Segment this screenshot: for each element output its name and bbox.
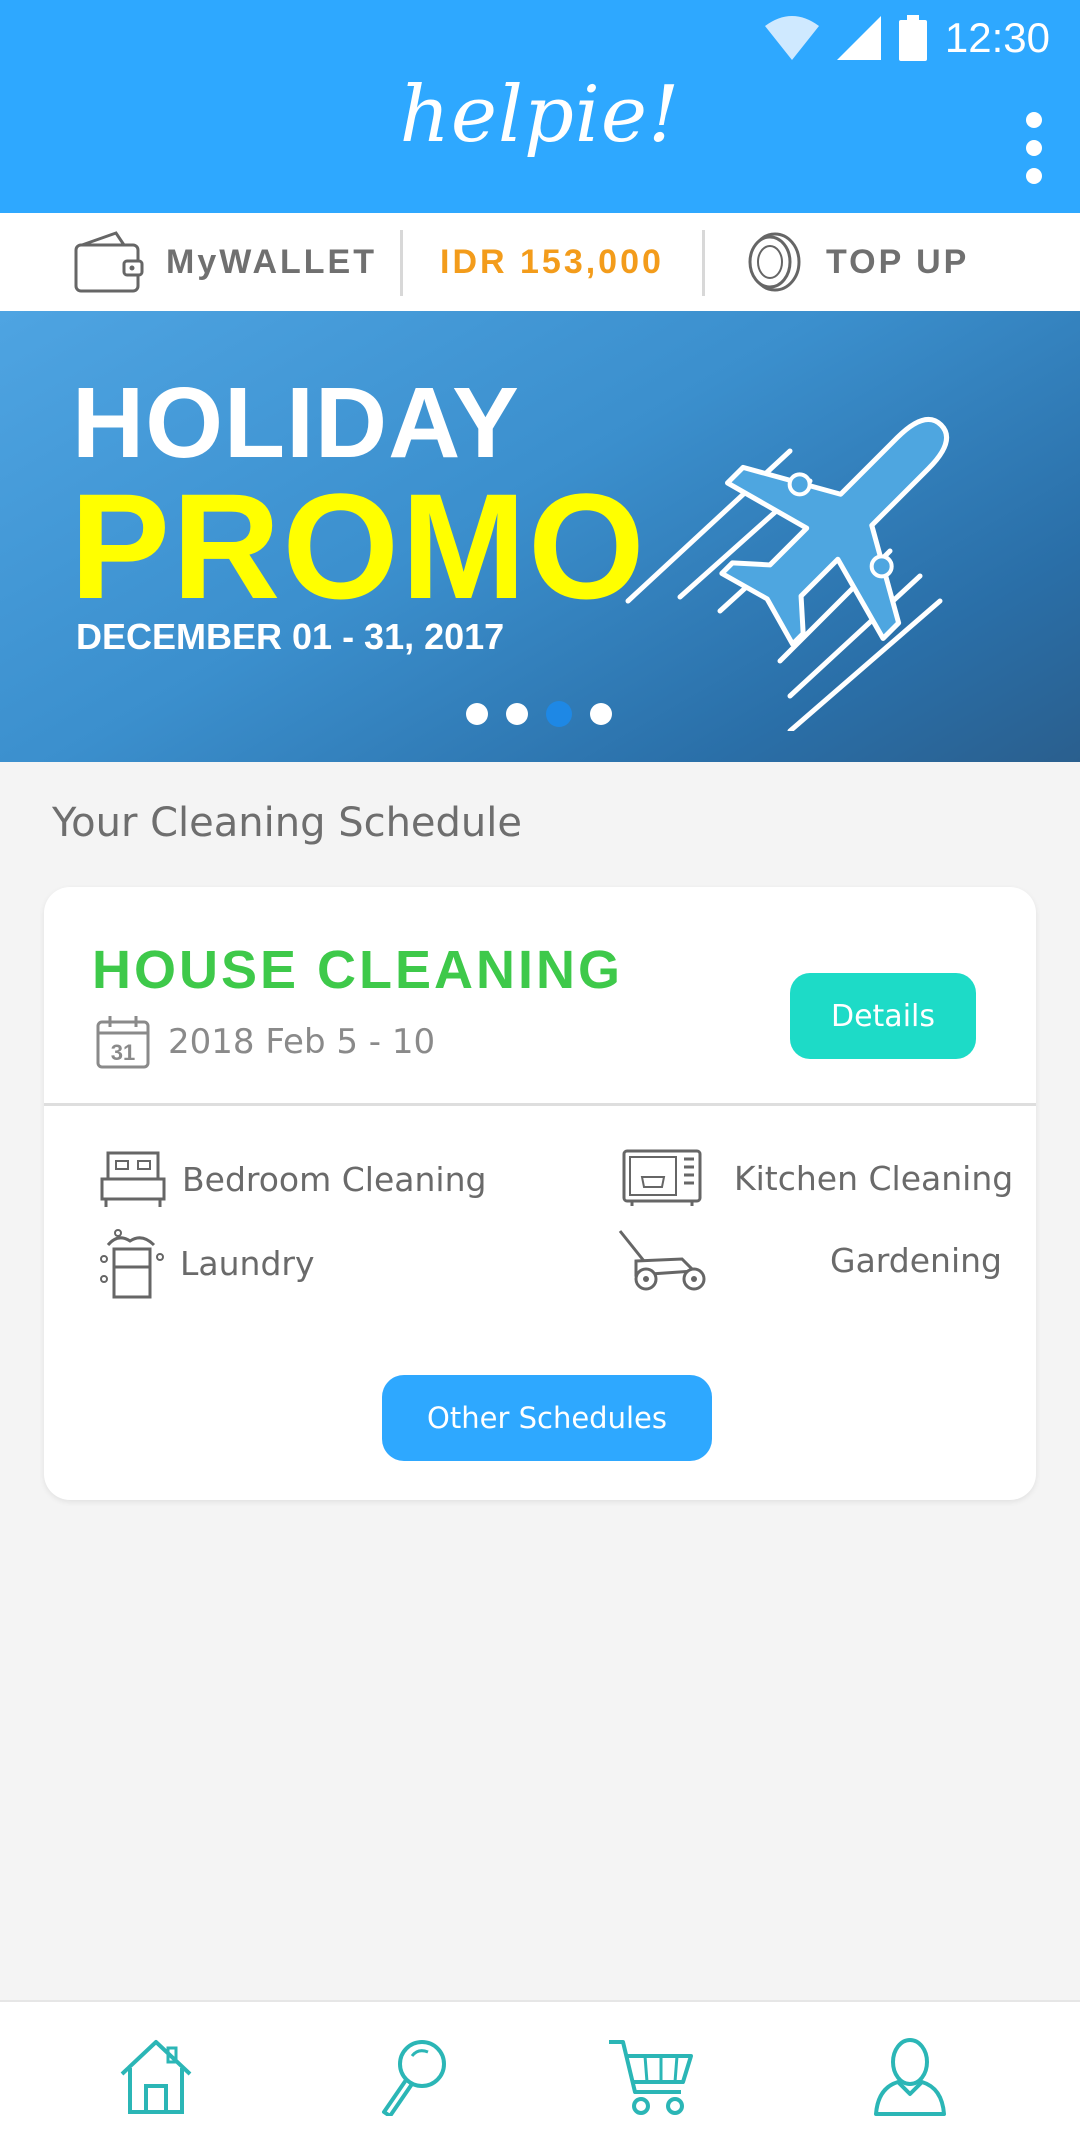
service-label: Gardening <box>830 1240 1002 1280</box>
coin-icon <box>748 232 801 292</box>
status-bar: 12:30 <box>764 10 1050 65</box>
microwave-icon <box>622 1149 702 1206</box>
topup-label: TOP UP <box>826 242 970 281</box>
service-label: Laundry <box>180 1243 315 1283</box>
wallet-divider <box>702 230 705 296</box>
other-schedules-button[interactable]: Other Schedules <box>382 1375 712 1461</box>
app-bar: 12:30 helpie! <box>0 0 1080 213</box>
calendar-icon: 31 <box>96 1016 150 1069</box>
nav-search[interactable] <box>362 2026 462 2126</box>
cart-icon <box>609 2040 693 2115</box>
schedule-card: HOUSE CLEANING 31 2018 Feb 5 - 10 Detail… <box>44 887 1036 1500</box>
app-logo: helpie! <box>399 70 681 160</box>
promo-banner[interactable]: HOLIDAY PROMO DECEMBER 01 - 31, 2017 <box>0 311 1080 762</box>
overflow-menu-icon[interactable] <box>1016 112 1052 184</box>
service-label: Bedroom Cleaning <box>182 1159 487 1199</box>
details-button[interactable]: Details <box>790 973 976 1059</box>
date-range: 2018 Feb 5 - 10 <box>168 1022 436 1062</box>
carousel-indicator[interactable] <box>466 701 612 727</box>
banner-dates: DECEMBER 01 - 31, 2017 <box>76 616 505 657</box>
service-laundry: Laundry <box>98 1227 314 1299</box>
home-icon <box>120 2040 192 2114</box>
signal-icon <box>836 15 881 60</box>
schedule-date: 31 2018 Feb 5 - 10 <box>96 1015 435 1069</box>
balance-amount: IDR 153,000 <box>440 242 664 281</box>
wallet-label: MyWALLET <box>166 242 377 281</box>
nav-cart[interactable] <box>600 2026 700 2126</box>
nav-profile[interactable] <box>860 2026 960 2126</box>
service-gardening: Gardening <box>618 1229 1002 1291</box>
wallet-divider <box>400 230 403 296</box>
carousel-dot[interactable] <box>590 703 612 725</box>
search-icon <box>382 2040 446 2116</box>
carousel-dot[interactable] <box>466 703 488 725</box>
calendar-day: 31 <box>111 1040 135 1065</box>
topup-button[interactable]: TOP UP <box>744 213 969 311</box>
card-divider <box>44 1103 1036 1106</box>
schedule-title: HOUSE CLEANING <box>92 940 624 1000</box>
profile-icon <box>874 2038 946 2116</box>
bottom-nav <box>0 2000 1080 2148</box>
airplane-icon <box>625 416 950 731</box>
service-bedroom: Bedroom Cleaning <box>100 1149 486 1209</box>
laundry-icon <box>100 1229 164 1299</box>
wallet-icon <box>74 231 144 293</box>
bed-icon <box>100 1151 166 1207</box>
section-title: Your Cleaning Schedule <box>52 800 522 846</box>
service-kitchen: Kitchen Cleaning <box>622 1149 1013 1207</box>
lawnmower-icon <box>618 1230 706 1291</box>
carousel-dot[interactable] <box>506 703 528 725</box>
mywallet-button[interactable]: MyWALLET <box>74 213 377 311</box>
wallet-balance: IDR 153,000 <box>440 213 664 311</box>
wallet-bar: MyWALLET IDR 153,000 TOP UP <box>0 213 1080 311</box>
wifi-icon <box>764 15 819 60</box>
service-label: Kitchen Cleaning <box>734 1158 1014 1198</box>
banner-headline: HOLIDAY <box>72 367 520 479</box>
status-time: 12:30 <box>944 13 1050 61</box>
nav-home[interactable] <box>106 2026 206 2126</box>
banner-promo: PROMO <box>70 462 647 630</box>
carousel-dot-active[interactable] <box>546 701 572 727</box>
battery-icon <box>898 14 927 61</box>
